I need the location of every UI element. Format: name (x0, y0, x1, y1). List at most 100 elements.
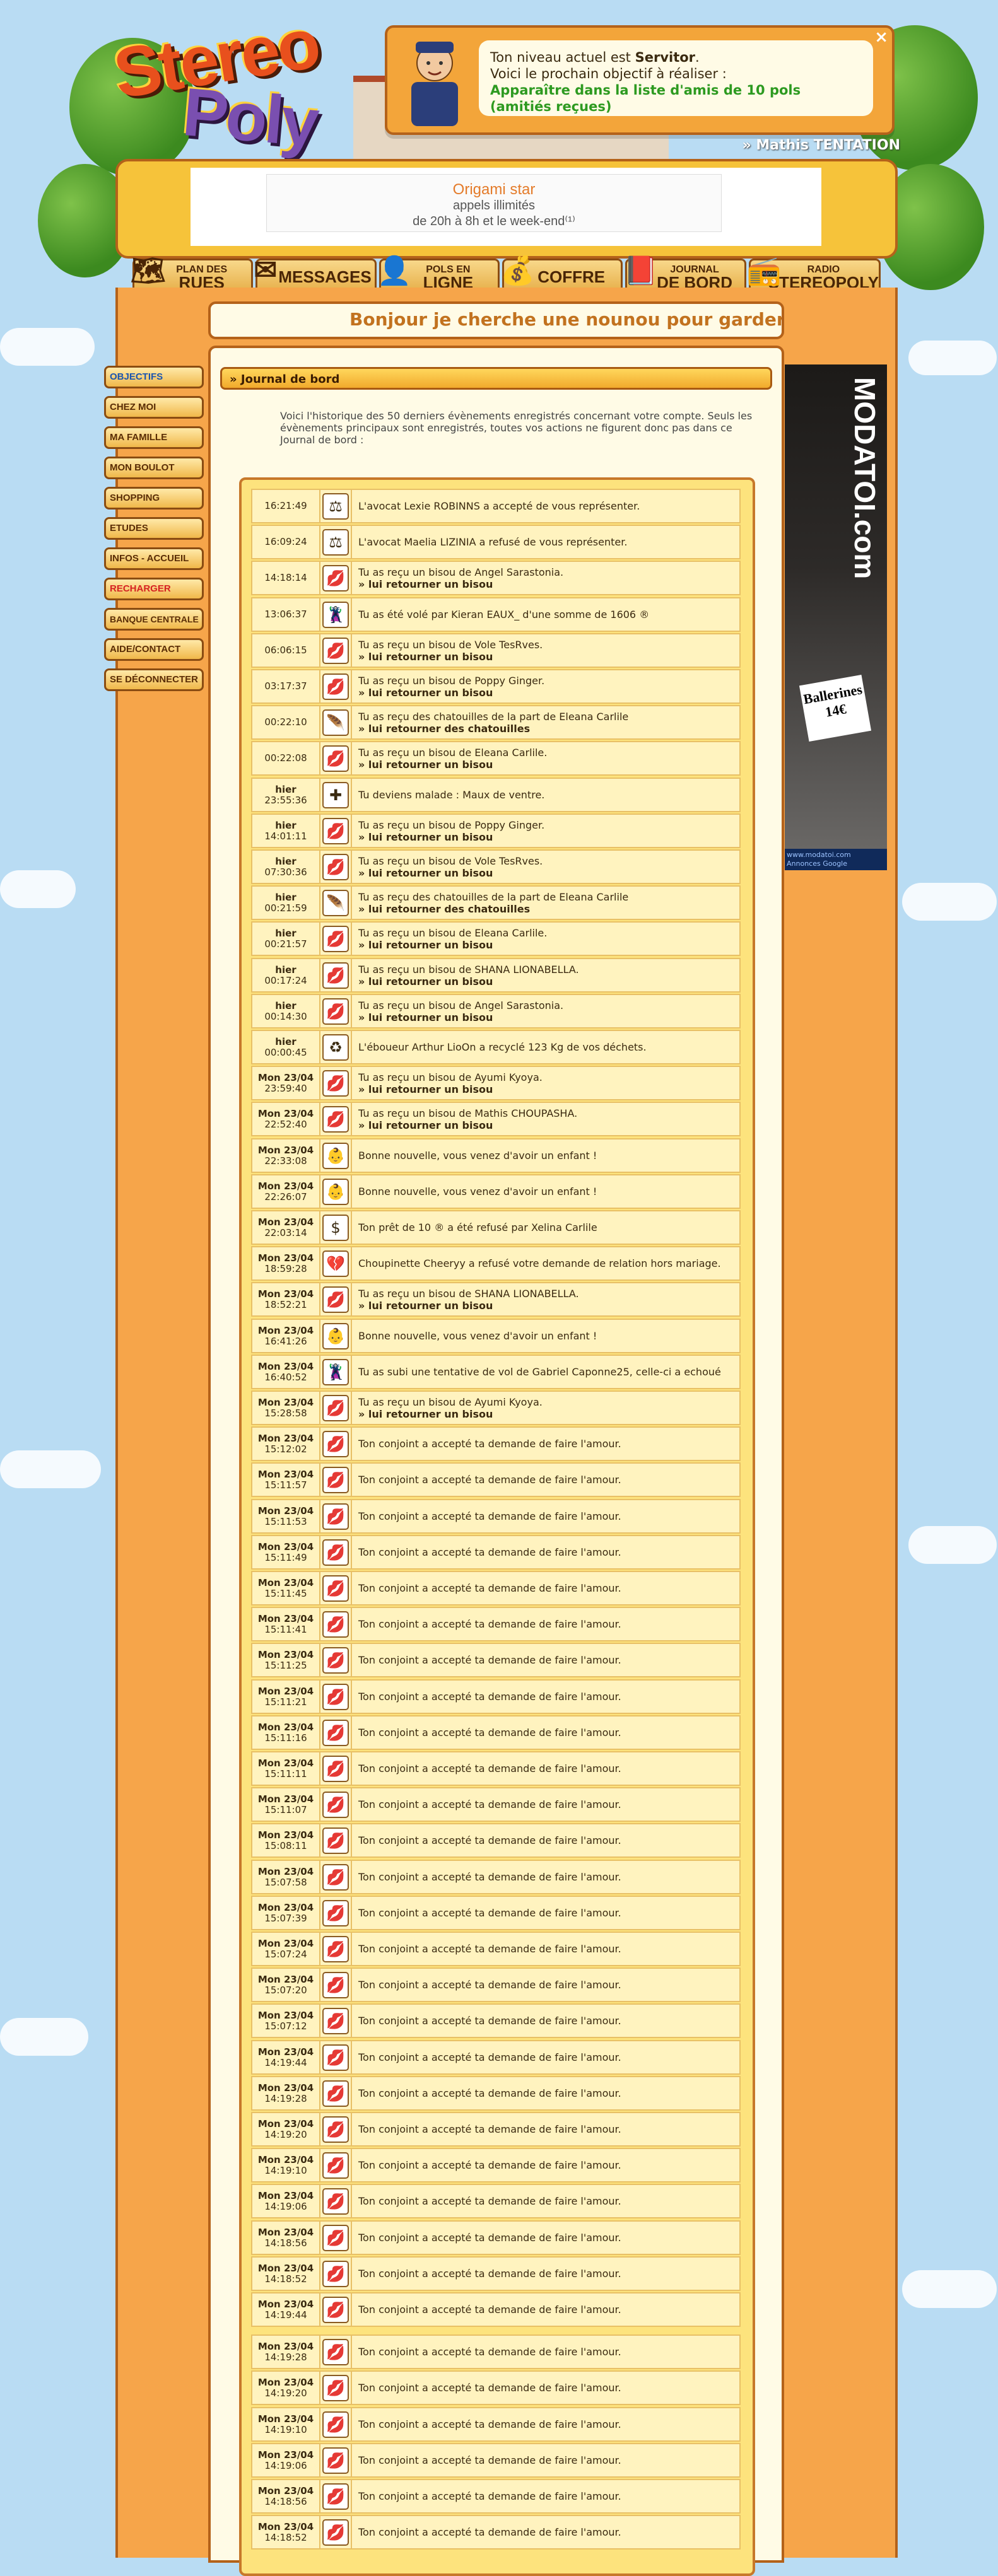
event-timestamp: Mon 23/04 22:52:40 (252, 1103, 320, 1135)
event-action-link[interactable]: » lui retourner un bisou (358, 687, 739, 699)
event-message: Bonne nouvelle, vous venez d'avoir un en… (352, 1175, 739, 1208)
player-name[interactable]: » Mathis TENTATION (743, 137, 900, 153)
event-day: Mon 23/04 (257, 1612, 314, 1624)
sidebar-item-aide-contact[interactable]: AIDE/CONTACT (104, 638, 204, 661)
level-line: Ton niveau actuel est Servitor. (490, 49, 862, 66)
event-text: Ton conjoint a accepté ta demande de fai… (358, 1654, 621, 1666)
event-time: 14:19:06 (264, 2200, 307, 2212)
event-timestamp: Mon 23/04 15:08:11 (252, 1824, 320, 1856)
sidebar-item-mon-boulot[interactable]: MON BOULOT (104, 457, 204, 479)
event-action-link[interactable]: » lui retourner un bisou (358, 1408, 739, 1420)
event-text: Bonne nouvelle, vous venez d'avoir un en… (358, 1330, 597, 1342)
event-timestamp: Mon 23/04 15:07:24 (252, 1933, 320, 1965)
journal-row: Mon 23/04 23:59:40 💋 Tu as reçu un bisou de… (251, 1066, 741, 1100)
journal-row: Mon 23/04 15:07:39 💋 Ton conjoint a accepté… (251, 1896, 741, 1930)
event-day: Mon 23/04 (257, 1937, 314, 1949)
event-day: Mon 23/04 (257, 1685, 314, 1697)
event-timestamp: Mon 23/04 15:11:41 (252, 1608, 320, 1640)
event-time: 23:59:40 (264, 1082, 307, 1094)
journal-row: 03:17:37 💋 Tu as reçu un bisou de Poppy Gi… (251, 669, 741, 704)
event-text: Tu as reçu des chatouilles de la part de… (358, 890, 629, 903)
event-message: Ton prêt de 10 ® a été refusé par Xelina… (352, 1211, 739, 1244)
event-action-link[interactable]: » lui retourner des chatouilles (358, 903, 739, 915)
event-message: Ton conjoint a accepté ta demande de fai… (352, 1536, 739, 1568)
sidebar-item-chez-moi[interactable]: CHEZ MOI (104, 396, 204, 419)
journal-row: Mon 23/04 14:19:10 💋 Ton conjoint a accepté… (251, 2407, 741, 2442)
event-message: Ton conjoint a accepté ta demande de fai… (352, 1969, 739, 2001)
event-message: Tu as reçu un bisou de Ayumi Kyoya.» lui… (352, 1392, 739, 1424)
event-time: 16:21:49 (264, 500, 307, 511)
event-timestamp: Mon 23/04 15:11:53 (252, 1500, 320, 1532)
objective-bubble: Ton niveau actuel est Servitor. Voici le… (479, 40, 873, 116)
event-icon-cell: 🦹 (320, 598, 352, 631)
journal-row: Mon 23/04 14:19:20 💋 Ton conjoint a accepté… (251, 2370, 741, 2405)
event-timestamp: 14:18:14 (252, 562, 320, 594)
event-icon: 💋 (322, 1611, 349, 1638)
journal-row: Mon 23/04 15:28:58 💋 Tu as reçu un bisou de… (251, 1390, 741, 1425)
event-time: 15:12:02 (264, 1443, 307, 1455)
event-time: 00:22:08 (264, 752, 307, 764)
event-icon-cell: 💋 (320, 2005, 352, 2037)
event-time: 14:18:56 (264, 2495, 307, 2507)
top-ad[interactable]: Origami star appels illimités de 20h à 8… (191, 168, 821, 246)
event-action-link[interactable]: » lui retourner un bisou (358, 1011, 739, 1023)
event-timestamp: 00:22:10 (252, 706, 320, 738)
event-action-link[interactable]: » lui retourner un bisou (358, 1300, 739, 1312)
event-action-link[interactable]: » lui retourner un bisou (358, 1083, 739, 1095)
sidebar-item-objectifs[interactable]: OBJECTIFS (104, 366, 204, 388)
event-time: 07:30:36 (264, 866, 307, 878)
event-day: Mon 23/04 (257, 1973, 314, 1985)
event-day: Mon 23/04 (257, 2046, 314, 2058)
journal-intro: Voici l'historique des 50 derniers évène… (280, 410, 753, 446)
event-text: Tu deviens malade : Maux de ventre. (358, 789, 545, 801)
event-action-link[interactable]: » lui retourner des chatouilles (358, 723, 739, 735)
right-ad[interactable]: MODATOI.com Ballerines 14€ www.modatoi.c… (785, 364, 887, 870)
event-action-link[interactable]: » lui retourner un bisou (358, 651, 739, 663)
sidebar-item-infos-accueil[interactable]: INFOS - ACCUEIL (104, 547, 204, 570)
event-icon-cell: 💋 (320, 923, 352, 955)
sidebar-item-etudes[interactable]: ETUDES (104, 517, 204, 540)
event-icon-cell: 💋 (320, 1788, 352, 1821)
event-day: hier (275, 783, 296, 795)
event-icon: 💋 (322, 1503, 349, 1530)
event-time: 22:52:40 (264, 1118, 307, 1130)
event-icon-cell: 🪶 (320, 706, 352, 738)
event-timestamp: hier 00:21:59 (252, 887, 320, 919)
event-icon: 💋 (322, 2044, 349, 2071)
event-timestamp: Mon 23/04 14:18:56 (252, 2480, 320, 2512)
event-time: 14:19:06 (264, 2459, 307, 2471)
event-icon: 💋 (322, 1394, 349, 1421)
sidebar-item-ma-famille[interactable]: MA FAMILLE (104, 426, 204, 449)
event-action-link[interactable]: » lui retourner un bisou (358, 976, 739, 988)
event-time: 14:01:11 (264, 830, 307, 842)
event-day: Mon 23/04 (257, 2340, 314, 2352)
event-action-link[interactable]: » lui retourner un bisou (358, 578, 739, 590)
sidebar-item-recharger[interactable]: RECHARGER (104, 578, 204, 600)
event-icon: 💋 (322, 2374, 349, 2401)
event-time: 15:07:12 (264, 2020, 307, 2032)
sidebar-item-se-d-connecter[interactable]: SE DÉCONNECTER (104, 668, 204, 691)
event-action-link[interactable]: » lui retourner un bisou (358, 831, 739, 843)
event-time: 15:11:53 (264, 1515, 307, 1527)
sidebar-item-banque-centrale[interactable]: BANQUE CENTRALE (104, 608, 204, 631)
event-icon-cell: 💋 (320, 2258, 352, 2290)
event-message: Ton conjoint a accepté ta demande de fai… (352, 2408, 739, 2440)
event-icon: ♻ (322, 1034, 349, 1061)
event-action-link[interactable]: » lui retourner un bisou (358, 939, 739, 951)
event-day: Mon 23/04 (257, 2262, 314, 2274)
event-icon-cell: 💋 (320, 2408, 352, 2440)
event-action-link[interactable]: » lui retourner un bisou (358, 867, 739, 879)
event-timestamp: Mon 23/04 15:11:45 (252, 1572, 320, 1604)
event-text: Tu as reçu un bisou de Poppy Ginger. (358, 819, 545, 831)
sidebar-item-shopping[interactable]: SHOPPING (104, 487, 204, 510)
event-action-link[interactable]: » lui retourner un bisou (358, 759, 739, 771)
event-text: Ton conjoint a accepté ta demande de fai… (358, 2087, 621, 2099)
event-action-link[interactable]: » lui retourner un bisou (358, 1119, 739, 1131)
ad-footer[interactable]: www.modatoi.com Annonces Google (785, 849, 887, 870)
event-time: 00:21:59 (264, 902, 307, 914)
close-icon[interactable]: × (874, 28, 888, 47)
event-message: Tu as reçu des chatouilles de la part de… (352, 887, 739, 919)
event-icon: $ (322, 1214, 349, 1241)
event-day: hier (275, 819, 296, 831)
logo[interactable]: Stereo Poly (107, 3, 360, 161)
